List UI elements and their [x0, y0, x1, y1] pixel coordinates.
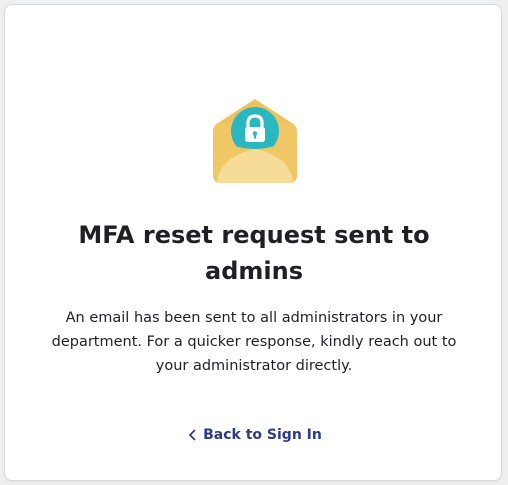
back-to-sign-in-label: Back to Sign In — [203, 427, 322, 443]
mfa-reset-card: MFA reset request sent to admins An emai… — [4, 4, 502, 481]
back-to-sign-in-link[interactable]: Back to Sign In — [5, 423, 503, 447]
confirmation-message: An email has been sent to all administra… — [51, 310, 457, 374]
envelope-lock-icon — [209, 95, 301, 187]
page-title: MFA reset request sent to admins — [78, 221, 430, 285]
chevron-left-icon — [186, 428, 198, 442]
